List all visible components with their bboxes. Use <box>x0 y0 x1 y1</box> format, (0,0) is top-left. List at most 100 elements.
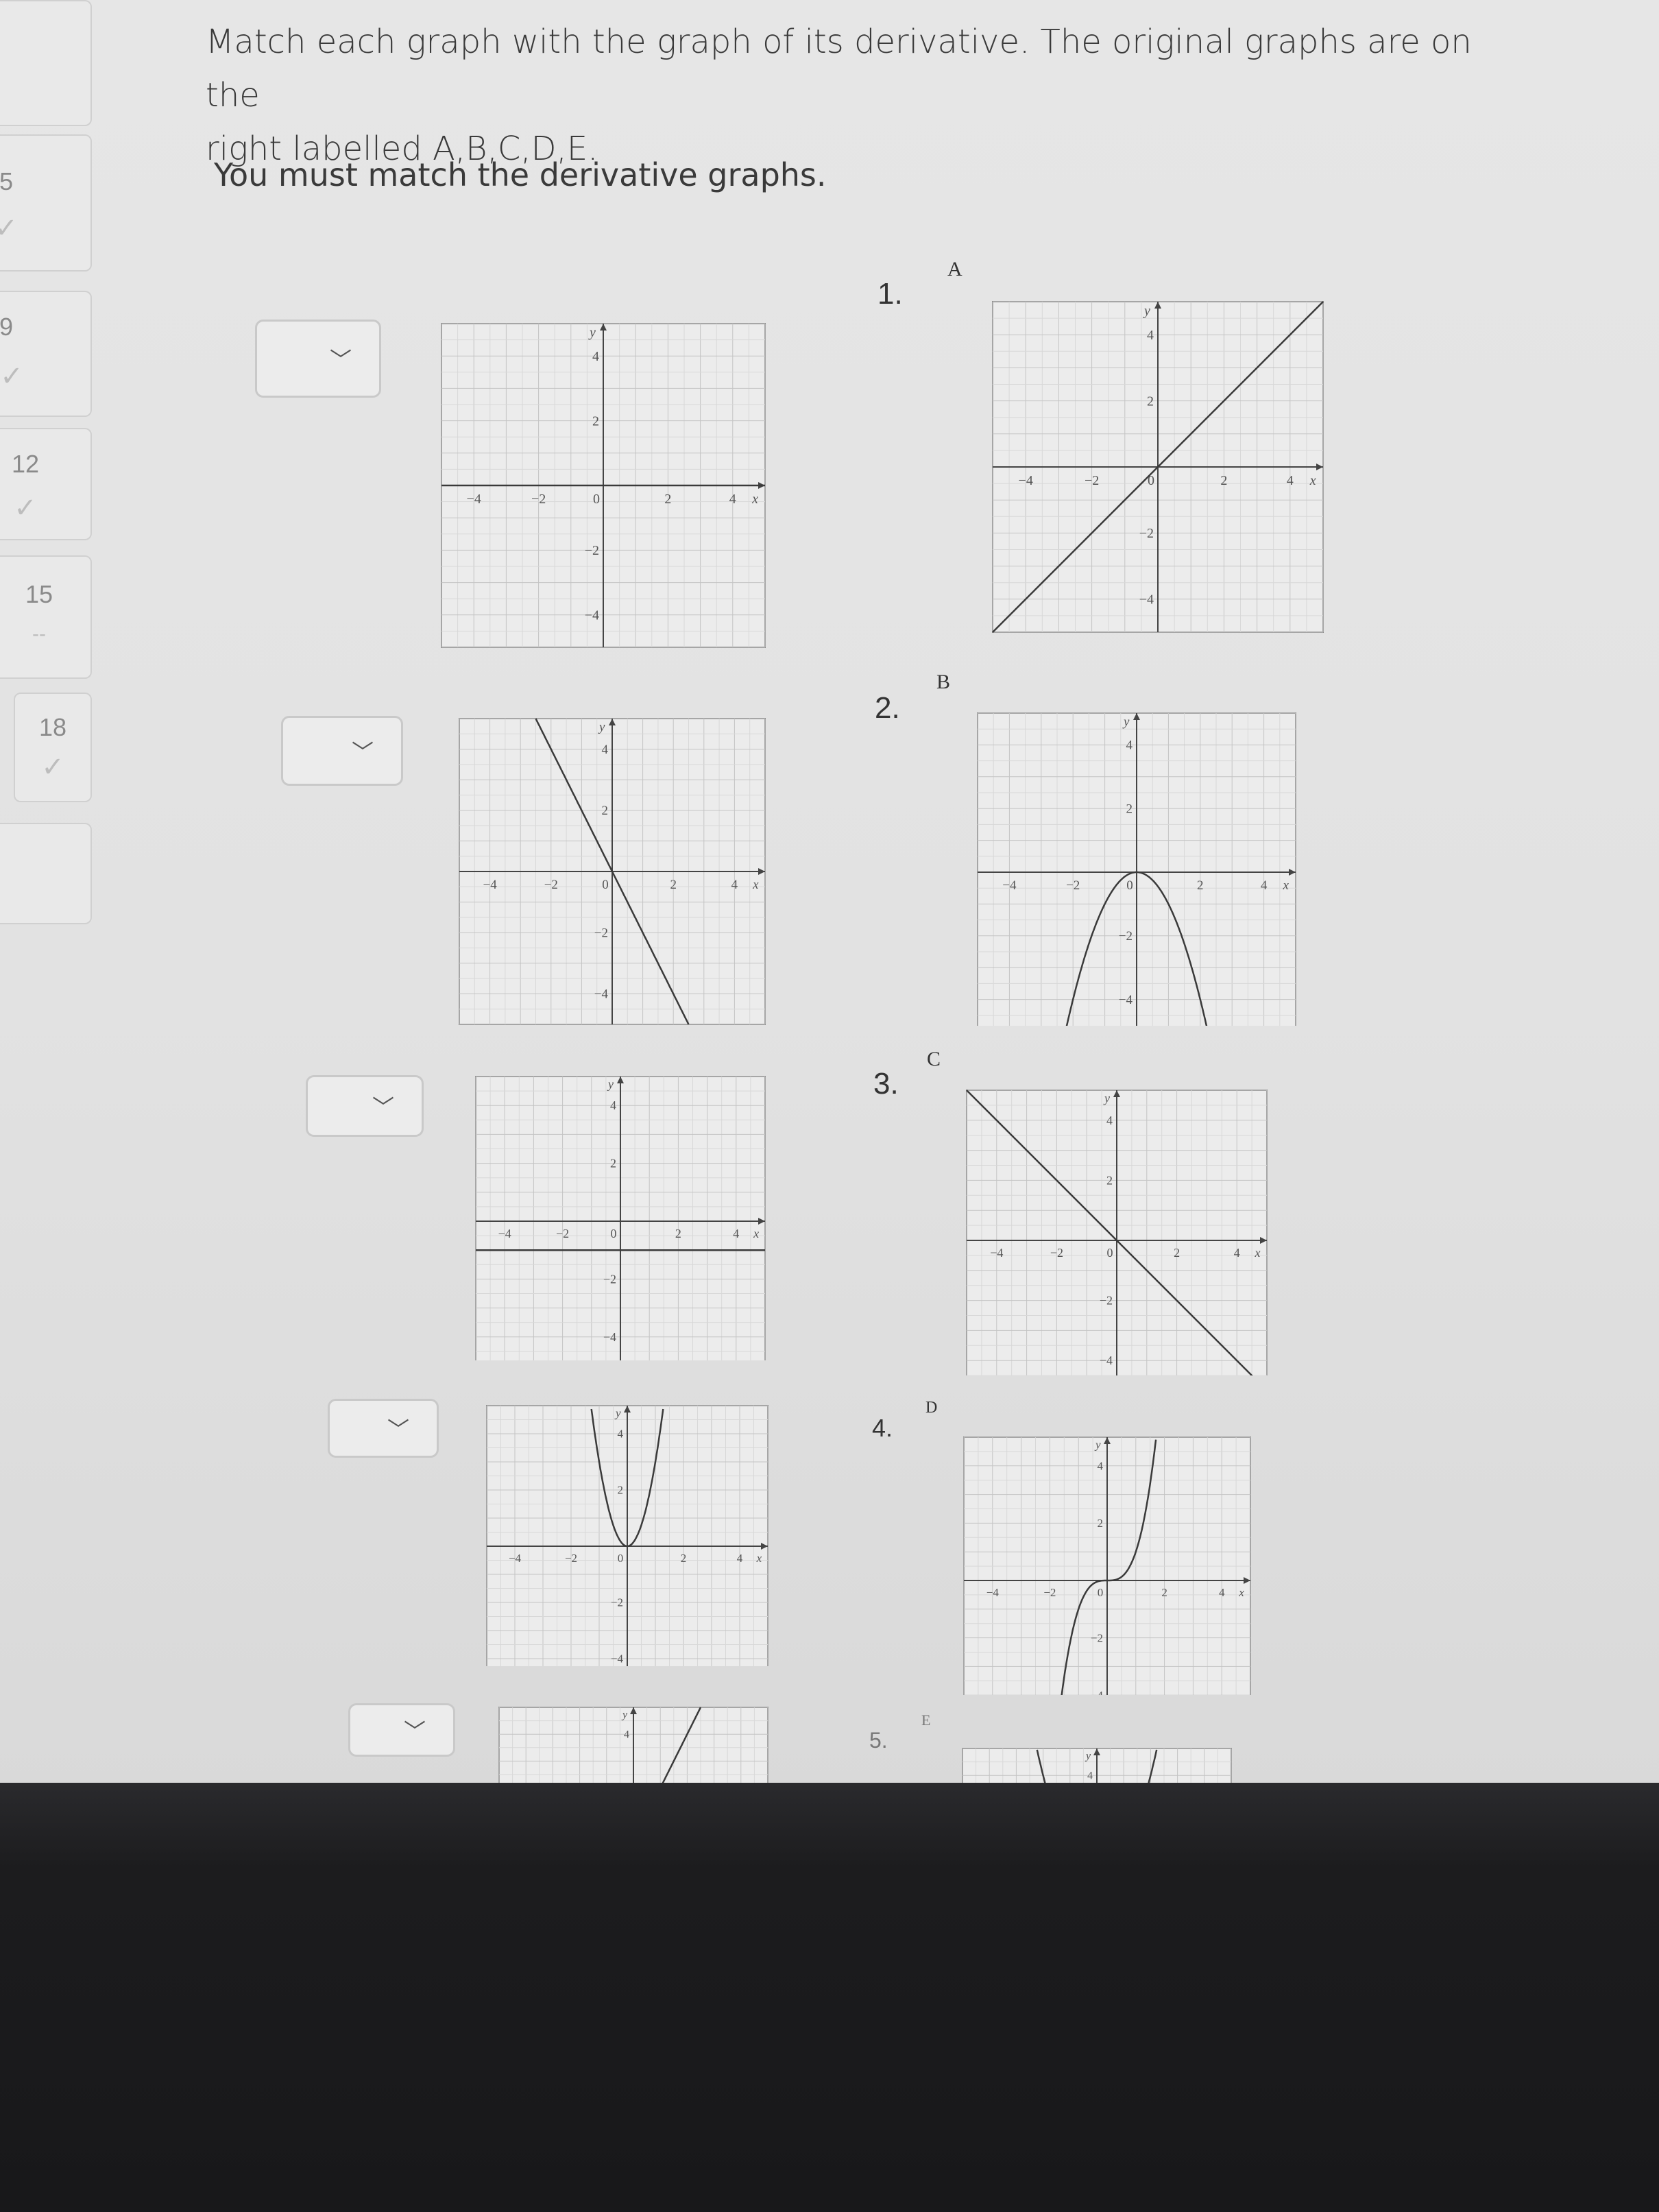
browser-page: 5 ✓ 9 ✓ 12 ✓ 15 -- 18 ✓ Match each graph… <box>0 0 1659 1796</box>
match-dropdown-4[interactable]: ﹀ <box>328 1399 439 1458</box>
y-axis-label: y <box>614 1406 621 1419</box>
y-tick-label: 4 <box>610 1098 616 1112</box>
x-tick-label: −2 <box>544 878 558 892</box>
y-tick-label: 4 <box>1126 738 1133 753</box>
y-tick-label: 4 <box>618 1428 624 1441</box>
status-dash: -- <box>32 623 46 645</box>
sidebar-item-number: 12 <box>11 450 40 478</box>
y-axis-label: y <box>607 1077 614 1091</box>
x-tick-label: −2 <box>1085 473 1099 488</box>
x-tick-label: −4 <box>1002 878 1017 893</box>
y-tick-label: 2 <box>1098 1517 1104 1530</box>
x-axis-label: x <box>1238 1586 1244 1599</box>
x-tick-label: 2 <box>1220 473 1227 488</box>
chevron-down-icon: ﹀ <box>387 1417 409 1442</box>
sidebar-item-q[interactable] <box>0 0 92 126</box>
sidebar-item-next[interactable] <box>0 823 92 924</box>
sidebar-item-number: 18 <box>38 713 67 741</box>
y-tick-label: −4 <box>1139 592 1154 607</box>
original-graph-b: −4−4−2−20 2244xy <box>977 712 1296 1026</box>
x-tick-label: 0 <box>618 1552 624 1565</box>
x-tick-label: −2 <box>556 1227 569 1240</box>
x-tick-label: −2 <box>531 492 546 507</box>
sidebar-item-12[interactable]: 12 ✓ <box>0 428 92 540</box>
graph-label-a: A <box>947 258 962 280</box>
graph-label-d: D <box>925 1399 938 1417</box>
graph-label-e: E <box>921 1711 931 1729</box>
chevron-down-icon: ﹀ <box>351 740 374 765</box>
x-tick-label: −4 <box>986 1586 1000 1599</box>
derivative-graph-1: −4−4−2−20 2244xy <box>441 323 766 648</box>
y-tick-label: 2 <box>1126 802 1133 817</box>
y-tick-label: −2 <box>611 1596 623 1609</box>
question-text: Match each graph with the graph of its d… <box>206 15 1508 176</box>
x-tick-label: 2 <box>675 1227 681 1240</box>
item-number-3: 3. <box>873 1067 899 1101</box>
match-dropdown-2[interactable]: ﹀ <box>281 716 403 786</box>
derivative-graph-2: −4−4−2−20 2244xy <box>459 718 766 1025</box>
x-tick-label: 4 <box>737 1552 743 1565</box>
x-tick-label: 0 <box>1126 878 1133 893</box>
original-graph-d: −4−4−2−202244xy <box>963 1436 1251 1695</box>
check-icon: ✓ <box>14 493 37 523</box>
y-axis-label: y <box>1122 715 1130 730</box>
y-tick-label: 2 <box>602 804 609 818</box>
sidebar-item-15[interactable]: 15 -- <box>0 555 92 679</box>
y-tick-label: 2 <box>618 1484 624 1497</box>
x-tick-label: 4 <box>1261 878 1268 893</box>
y-tick-label: −4 <box>1100 1354 1113 1367</box>
y-tick-label: 4 <box>592 349 599 364</box>
x-axis-label: x <box>751 492 758 507</box>
graph-label-c: C <box>927 1048 941 1070</box>
match-dropdown-3[interactable]: ﹀ <box>306 1075 424 1137</box>
x-tick-label: −2 <box>1066 878 1080 893</box>
sidebar-item-18[interactable]: 18 ✓ <box>14 693 92 802</box>
question-note: You must match the derivative graphs. <box>214 156 827 193</box>
sidebar-item-number: 9 <box>0 313 14 341</box>
chevron-down-icon: ﹀ <box>329 348 352 372</box>
x-tick-label: 2 <box>1161 1586 1167 1599</box>
x-tick-label: −4 <box>990 1246 1003 1260</box>
x-axis-label: x <box>756 1552 762 1565</box>
match-dropdown-1[interactable]: ﹀ <box>255 320 381 398</box>
y-tick-label: −4 <box>1119 993 1133 1007</box>
x-tick-label: 4 <box>729 492 736 507</box>
graph-label-b: B <box>936 671 951 693</box>
question-line-1: Match each graph with the graph of its d… <box>206 23 1472 115</box>
y-axis-label: y <box>621 1709 628 1721</box>
derivative-graph-5: −4−4−2−202244xy <box>498 1707 768 1796</box>
y-tick-label: 4 <box>602 743 609 757</box>
y-tick-label: 4 <box>624 1729 629 1741</box>
item-number-5: 5. <box>869 1728 888 1753</box>
x-tick-label: 4 <box>1219 1586 1225 1599</box>
x-axis-label: x <box>1309 473 1316 488</box>
y-tick-label: −2 <box>1119 929 1133 943</box>
y-tick-label: 2 <box>610 1157 616 1170</box>
x-tick-label: 0 <box>611 1227 617 1240</box>
sidebar-item-number: 15 <box>25 580 53 608</box>
y-axis-label: y <box>1143 303 1150 318</box>
original-graph-c: −4−4−2−20 2244xy <box>966 1090 1268 1375</box>
y-tick-label: −2 <box>603 1272 616 1286</box>
sidebar-item-9[interactable]: 9 ✓ <box>0 291 92 417</box>
x-tick-label: −2 <box>1050 1246 1063 1260</box>
match-dropdown-5[interactable]: ﹀ <box>348 1703 455 1757</box>
y-axis-label: y <box>1085 1751 1091 1762</box>
x-tick-label: −2 <box>1043 1586 1056 1599</box>
y-tick-label: −2 <box>1100 1294 1113 1308</box>
check-icon: ✓ <box>0 361 23 392</box>
x-axis-label: x <box>1282 878 1289 893</box>
x-tick-label: 0 <box>602 878 609 892</box>
y-tick-label: 4 <box>1147 328 1154 343</box>
y-tick-label: −2 <box>1139 526 1154 541</box>
x-tick-label: −2 <box>565 1552 577 1565</box>
x-tick-label: 0 <box>593 492 600 507</box>
check-icon: ✓ <box>0 213 18 243</box>
x-tick-label: −4 <box>1019 473 1033 488</box>
sidebar-item-5[interactable]: 5 ✓ <box>0 134 92 272</box>
x-axis-label: x <box>753 1227 759 1240</box>
x-tick-label: 4 <box>1234 1246 1240 1260</box>
item-number-2: 2. <box>875 691 900 725</box>
y-tick-label: −4 <box>585 608 599 623</box>
chevron-down-icon: ﹀ <box>372 1095 394 1120</box>
